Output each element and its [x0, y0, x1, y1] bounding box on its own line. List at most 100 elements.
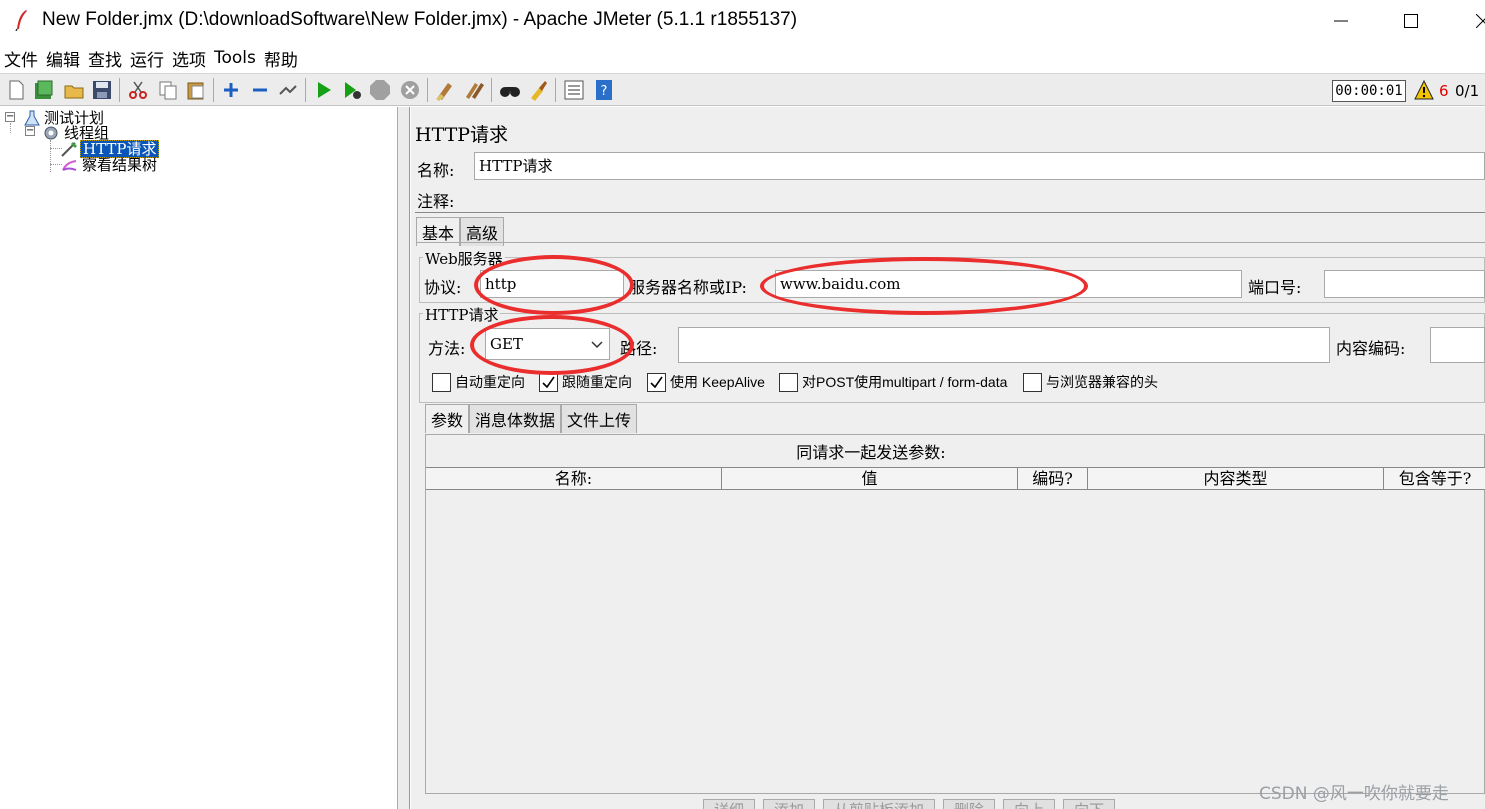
server-name-field[interactable]: www.baidu.com — [775, 270, 1242, 298]
add-from-clipboard-button[interactable]: 从剪贴板添加 — [823, 799, 936, 809]
add-button[interactable]: 添加 — [763, 799, 816, 809]
toolbar-separator — [213, 78, 214, 102]
comment-label: 注释: — [417, 192, 455, 211]
toolbar-separator — [427, 78, 428, 102]
start-icon[interactable] — [313, 79, 335, 101]
search-icon[interactable] — [499, 79, 521, 101]
checkmark-icon — [650, 376, 663, 388]
menu-tools[interactable]: Tools — [214, 48, 256, 68]
tree-item-view-results-tree[interactable]: 察看结果树 — [60, 156, 159, 173]
clear-all-icon[interactable] — [463, 79, 485, 101]
chevron-down-icon — [591, 341, 603, 349]
start-no-pause-icon[interactable] — [341, 79, 363, 101]
tree-item-label: HTTP请求 — [80, 139, 160, 158]
stop-icon[interactable] — [369, 79, 391, 101]
tree-connector — [50, 140, 51, 172]
protocol-label: 协议: — [424, 278, 462, 297]
menu-search[interactable]: 查找 — [88, 46, 122, 71]
window-title: New Folder.jmx (D:\downloadSoftware\New … — [42, 9, 798, 30]
table-header: 名称: 值 编码? 内容类型 包含等于? — [426, 467, 1485, 490]
name-label: 名称: — [417, 161, 455, 180]
cut-icon[interactable] — [127, 79, 149, 101]
tab-files-upload[interactable]: 文件上传 — [561, 404, 638, 433]
path-field[interactable] — [678, 327, 1330, 363]
help-icon[interactable]: ? — [593, 79, 615, 101]
checkbox-box — [1023, 372, 1042, 392]
templates-icon[interactable] — [33, 79, 55, 101]
tree-collapse-toggle[interactable]: − — [25, 126, 35, 136]
move-down-button[interactable]: 向下 — [1063, 799, 1116, 809]
toolbar-separator — [305, 78, 306, 102]
reset-search-icon[interactable] — [527, 79, 549, 101]
checkbox-label: 对POST使用multipart / form-data — [802, 374, 1008, 390]
menu-run[interactable]: 运行 — [130, 46, 164, 71]
tree-connector — [10, 123, 11, 133]
checkbox-box — [539, 372, 558, 392]
keepalive-checkbox[interactable]: 使用 KeepAlive — [647, 372, 765, 392]
tree-item-thread-group[interactable]: 线程组 — [42, 124, 111, 141]
tree-item-http-request[interactable]: HTTP请求 — [60, 139, 160, 158]
parameter-tabs: 参数 消息体数据 文件上传 — [425, 404, 638, 433]
menu-edit[interactable]: 编辑 — [46, 46, 80, 71]
menu-file[interactable]: 文件 — [4, 46, 38, 71]
minimize-button[interactable] — [1318, 0, 1364, 42]
column-name[interactable]: 名称: — [426, 468, 722, 489]
protocol-field[interactable]: http — [480, 270, 624, 298]
toggle-icon[interactable] — [277, 79, 299, 101]
checkbox-label: 跟随重定向 — [562, 374, 632, 390]
new-icon[interactable] — [5, 79, 27, 101]
checkbox-box — [647, 372, 666, 392]
tree-collapse-toggle[interactable]: − — [5, 112, 15, 122]
method-select[interactable]: GET — [485, 328, 610, 360]
http-request-group-title: HTTP请求 — [423, 304, 501, 325]
content-encoding-field[interactable] — [1430, 327, 1485, 363]
menu-options[interactable]: 选项 — [172, 46, 206, 71]
menu-help[interactable]: 帮助 — [264, 46, 298, 71]
toolbar-separator — [555, 78, 556, 102]
active-thread-count: 0/1 — [1455, 82, 1480, 100]
tab-parameters[interactable]: 参数 — [425, 404, 470, 433]
collapse-icon[interactable] — [249, 79, 271, 101]
clear-icon[interactable] — [434, 79, 456, 101]
panel-splitter[interactable] — [398, 107, 410, 809]
column-encode[interactable]: 编码? — [1018, 468, 1088, 489]
port-label: 端口号: — [1248, 278, 1302, 297]
copy-icon[interactable] — [157, 79, 179, 101]
close-button[interactable] — [1460, 0, 1485, 42]
parameters-caption: 同请求一起发送参数: — [796, 443, 946, 462]
pipette-icon — [61, 141, 77, 157]
column-value[interactable]: 值 — [722, 468, 1018, 489]
follow-redirects-checkbox[interactable]: 跟随重定向 — [539, 372, 632, 392]
delete-button[interactable]: 删除 — [943, 799, 996, 809]
detail-button[interactable]: 详细 — [703, 799, 756, 809]
elapsed-timer: 00:00:01 — [1332, 80, 1406, 102]
parameters-table: 同请求一起发送参数: 名称: 值 编码? 内容类型 包含等于? — [425, 434, 1485, 794]
multipart-checkbox[interactable]: 对POST使用multipart / form-data — [779, 372, 1007, 392]
column-include-equals[interactable]: 包含等于? — [1384, 468, 1485, 489]
paste-icon[interactable] — [185, 79, 207, 101]
toolbar: ? 00:00:01 6 0/1 — [0, 73, 1485, 106]
checkmark-icon — [542, 376, 555, 388]
column-content-type[interactable]: 内容类型 — [1088, 468, 1384, 489]
shutdown-icon[interactable] — [399, 79, 421, 101]
http-request-panel: HTTP请求 名称: HTTP请求 注释: 基本 高级 Web服务器 协议: h… — [411, 107, 1485, 809]
browser-compatible-headers-checkbox[interactable]: 与浏览器兼容的头 — [1023, 372, 1158, 392]
open-icon[interactable] — [63, 79, 85, 101]
save-icon[interactable] — [91, 79, 113, 101]
test-plan-icon — [24, 110, 40, 125]
checkbox-box — [432, 372, 451, 392]
expand-icon[interactable] — [220, 79, 242, 101]
page-title: HTTP请求 — [415, 124, 509, 146]
name-field[interactable]: HTTP请求 — [474, 152, 1485, 180]
title-bar: New Folder.jmx (D:\downloadSoftware\New … — [0, 0, 1485, 42]
warning-icon[interactable] — [1414, 80, 1434, 100]
move-up-button[interactable]: 向上 — [1003, 799, 1056, 809]
port-field[interactable] — [1324, 270, 1485, 298]
content-encoding-label: 内容编码: — [1336, 339, 1406, 358]
maximize-button[interactable] — [1388, 0, 1434, 42]
tab-body-data[interactable]: 消息体数据 — [469, 404, 562, 433]
checkbox-box — [779, 372, 798, 392]
redirect-auto-checkbox[interactable]: 自动重定向 — [432, 372, 525, 392]
comment-field[interactable] — [474, 183, 1485, 211]
function-helper-icon[interactable] — [563, 79, 585, 101]
